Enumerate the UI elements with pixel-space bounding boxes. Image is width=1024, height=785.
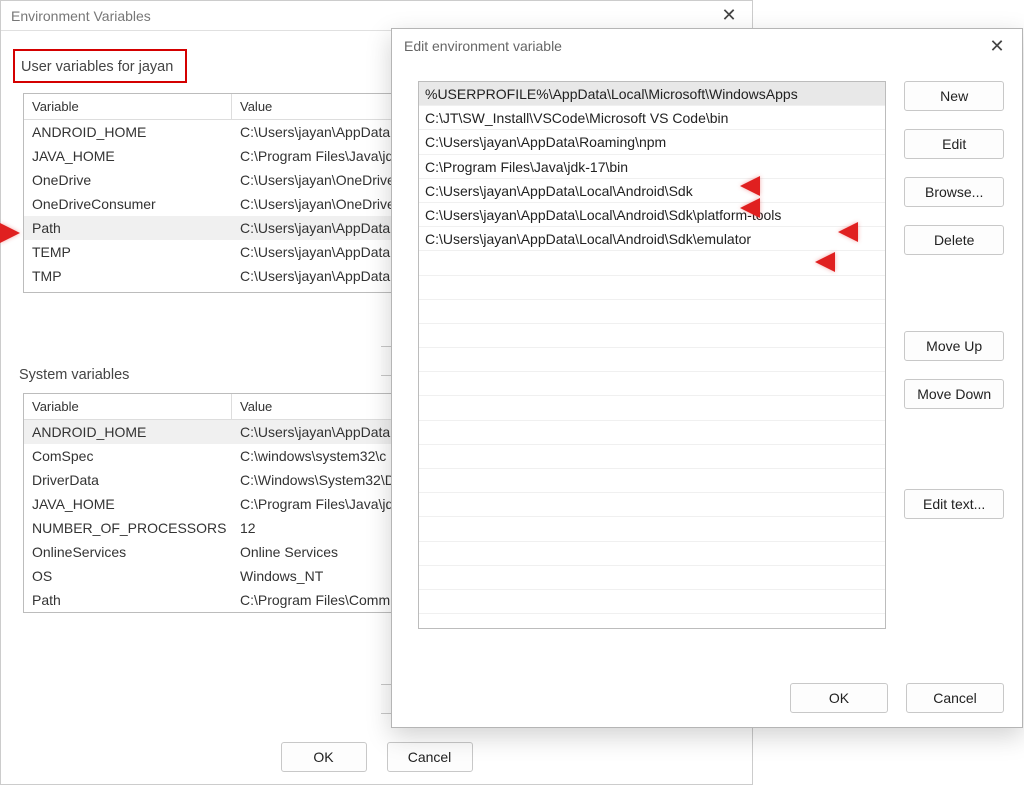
var-name-cell: ANDROID_HOME [24, 122, 232, 142]
edit-dialog-body: %USERPROFILE%\AppData\Local\Microsoft\Wi… [392, 63, 1022, 647]
delete-button[interactable]: Delete [904, 225, 1004, 255]
list-item[interactable]: C:\Users\jayan\AppData\Local\Android\Sdk… [419, 203, 885, 227]
edit-button[interactable]: Edit [904, 129, 1004, 159]
list-item[interactable] [419, 348, 885, 372]
var-name-cell: OneDrive [24, 170, 232, 190]
sys-col-variable[interactable]: Variable [24, 394, 232, 419]
list-item[interactable] [419, 396, 885, 420]
var-name-cell: ComSpec [24, 446, 232, 466]
list-item[interactable] [419, 251, 885, 275]
var-name-cell: OneDriveConsumer [24, 194, 232, 214]
path-entries-list[interactable]: %USERPROFILE%\AppData\Local\Microsoft\Wi… [418, 81, 886, 629]
list-item[interactable]: C:\Users\jayan\AppData\Local\Android\Sdk… [419, 227, 885, 251]
list-item[interactable] [419, 590, 885, 614]
list-item[interactable] [419, 469, 885, 493]
var-name-cell: TMP [24, 266, 232, 286]
list-item[interactable] [419, 542, 885, 566]
var-name-cell: Path [24, 590, 232, 610]
list-item[interactable] [419, 493, 885, 517]
list-item[interactable] [419, 324, 885, 348]
edit-dialog-titlebar: Edit environment variable ✕ [392, 29, 1022, 63]
var-name-cell: OS [24, 566, 232, 586]
var-name-cell: DriverData [24, 470, 232, 490]
close-icon[interactable]: ✕ [984, 36, 1010, 57]
var-name-cell: TEMP [24, 242, 232, 262]
new-button[interactable]: New [904, 81, 1004, 111]
edit-dialog-side-buttons: New Edit Browse... Delete Move Up Move D… [904, 81, 1004, 629]
var-name-cell: ANDROID_HOME [24, 422, 232, 442]
cancel-button[interactable]: Cancel [906, 683, 1004, 713]
list-item[interactable] [419, 276, 885, 300]
ok-button[interactable]: OK [790, 683, 888, 713]
env-dialog-titlebar: Environment Variables ✕ [1, 1, 752, 31]
user-vars-heading: User variables for jayan [21, 59, 173, 75]
cancel-button[interactable]: Cancel [387, 742, 473, 772]
env-dialog-title: Environment Variables [11, 8, 716, 24]
user-vars-heading-highlight: User variables for jayan [13, 49, 187, 83]
close-icon[interactable]: ✕ [716, 5, 742, 26]
list-item[interactable] [419, 300, 885, 324]
edit-dialog-bottom-buttons: OK Cancel [790, 683, 1004, 713]
list-item[interactable] [419, 517, 885, 541]
edit-dialog-title: Edit environment variable [404, 38, 984, 54]
env-dialog-bottom-buttons: OK Cancel [1, 742, 752, 772]
ok-button[interactable]: OK [281, 742, 367, 772]
list-item[interactable] [419, 372, 885, 396]
var-name-cell: Path [24, 218, 232, 238]
move-up-button[interactable]: Move Up [904, 331, 1004, 361]
list-item[interactable]: C:\JT\SW_Install\VSCode\Microsoft VS Cod… [419, 106, 885, 130]
var-name-cell: OnlineServices [24, 542, 232, 562]
list-item[interactable] [419, 421, 885, 445]
list-item[interactable] [419, 445, 885, 469]
user-col-variable[interactable]: Variable [24, 94, 232, 119]
list-item[interactable]: C:\Users\jayan\AppData\Local\Android\Sdk [419, 179, 885, 203]
var-name-cell: JAVA_HOME [24, 494, 232, 514]
edit-env-var-dialog: Edit environment variable ✕ %USERPROFILE… [391, 28, 1023, 728]
var-name-cell: JAVA_HOME [24, 146, 232, 166]
move-down-button[interactable]: Move Down [904, 379, 1004, 409]
list-item[interactable]: C:\Users\jayan\AppData\Roaming\npm [419, 130, 885, 154]
var-name-cell: NUMBER_OF_PROCESSORS [24, 518, 232, 538]
list-item[interactable]: C:\Program Files\Java\jdk-17\bin [419, 155, 885, 179]
list-item[interactable] [419, 566, 885, 590]
list-item[interactable]: %USERPROFILE%\AppData\Local\Microsoft\Wi… [419, 82, 885, 106]
browse-button[interactable]: Browse... [904, 177, 1004, 207]
edit-text-button[interactable]: Edit text... [904, 489, 1004, 519]
